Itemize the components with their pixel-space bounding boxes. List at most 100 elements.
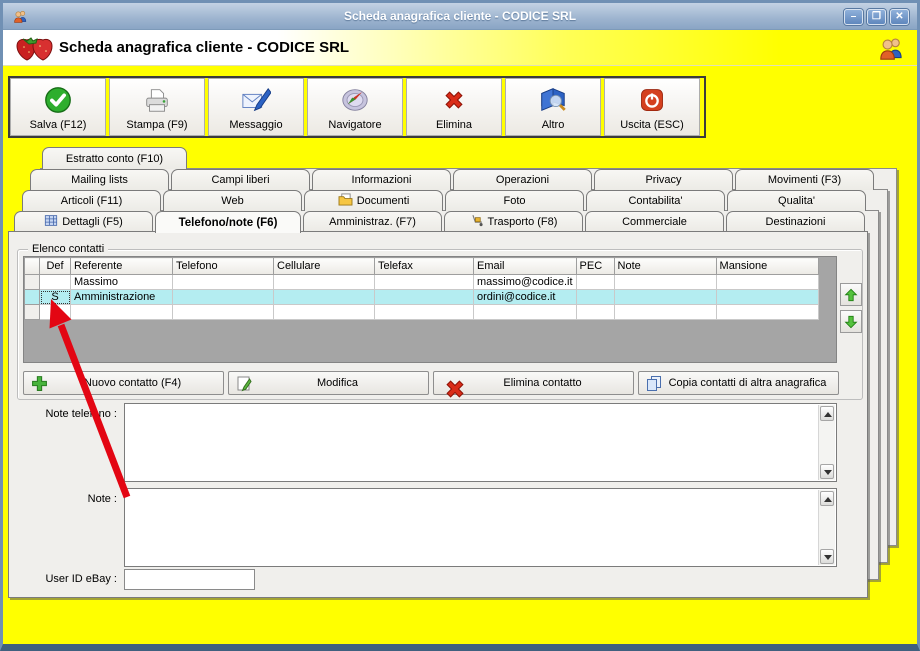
toolbar-button-messaggio[interactable]: Messaggio: [208, 78, 304, 136]
tab-articoli-f11-[interactable]: Articoli (F11): [22, 190, 161, 211]
ebay-label: User ID eBay :: [45, 573, 117, 585]
tab-documenti[interactable]: Documenti: [304, 190, 443, 211]
column-header-mansione[interactable]: Mansione: [715, 257, 819, 275]
column-header-telefax[interactable]: Telefax: [374, 257, 474, 275]
close-button[interactable]: ✕: [890, 9, 909, 25]
contact-row-2[interactable]: S Amministrazione ordini@codice.it: [24, 289, 819, 305]
cell-telefono[interactable]: [172, 274, 274, 290]
tab-telefono-note-f6-[interactable]: Telefono/note (F6): [155, 211, 301, 233]
toolbar-button-stampa-f9-[interactable]: Stampa (F9): [109, 78, 205, 136]
column-header-pec[interactable]: PEC: [575, 257, 615, 275]
plus-icon: [31, 375, 48, 395]
scroll-up-button[interactable]: [820, 491, 834, 506]
cell-referente[interactable]: Amministrazione: [70, 289, 173, 305]
cell-telefax[interactable]: [374, 289, 474, 305]
cell-telefax[interactable]: [374, 274, 474, 290]
tab-campi-liberi[interactable]: Campi liberi: [171, 169, 310, 190]
column-header-def[interactable]: Def: [39, 257, 71, 275]
toolbar-button-label: Salva (F12): [29, 119, 87, 131]
toolbar-button-salva-f12-[interactable]: Salva (F12): [10, 78, 106, 136]
note-telefono-input[interactable]: [124, 403, 837, 482]
maximize-button[interactable]: ❐: [867, 9, 886, 25]
cell-def[interactable]: [39, 274, 71, 290]
cell-cellulare[interactable]: [273, 274, 375, 290]
column-header-note[interactable]: Note: [613, 257, 717, 275]
cell-def[interactable]: [39, 304, 71, 320]
ebay-user-id-input[interactable]: [124, 569, 255, 590]
tab-destinazioni[interactable]: Destinazioni: [726, 211, 865, 231]
tab-contabilita-[interactable]: Contabilita': [586, 190, 725, 211]
cell-def[interactable]: S: [39, 289, 71, 305]
table-icon: [44, 214, 58, 230]
contact-row-3[interactable]: [24, 304, 819, 320]
cell-referente[interactable]: [70, 304, 173, 320]
tab-mailing-lists[interactable]: Mailing lists: [30, 169, 169, 190]
contact-row-1[interactable]: Massimo massimo@codice.it: [24, 274, 819, 290]
cell-pec[interactable]: [575, 289, 615, 305]
scroll-down-button[interactable]: [820, 549, 834, 564]
move-contact-up-button[interactable]: [840, 283, 862, 306]
contacts-grid[interactable]: Def Referente Telefono Cellulare Telefax Emai…: [23, 256, 837, 363]
scroll-down-button[interactable]: [820, 464, 834, 479]
note-scrollbar[interactable]: [818, 490, 835, 565]
cell-cellulare[interactable]: [273, 304, 375, 320]
tab-dettagli-f5-[interactable]: Dettagli (F5): [14, 211, 153, 231]
move-contact-down-button[interactable]: [840, 310, 862, 333]
nuovo-contatto-f4--button[interactable]: Nuovo contatto (F4): [23, 371, 224, 395]
minimize-button[interactable]: –: [844, 9, 863, 25]
column-header-email[interactable]: Email: [473, 257, 577, 275]
row-selector-header: [24, 257, 40, 275]
tab-privacy[interactable]: Privacy: [594, 169, 733, 190]
tab-label: Campi liberi: [211, 174, 270, 186]
row-selector[interactable]: [24, 289, 40, 305]
tab-movimenti-f3-[interactable]: Movimenti (F3): [735, 169, 874, 190]
cell-referente[interactable]: Massimo: [70, 274, 173, 290]
tab-foto[interactable]: Foto: [445, 190, 584, 211]
tab-label: Informazioni: [351, 174, 412, 186]
note-input[interactable]: [124, 488, 837, 567]
copia-contatti-di-altra-anagrafica-button[interactable]: Copia contatti di altra anagrafica: [638, 371, 839, 395]
cell-mansione[interactable]: [715, 274, 819, 290]
cell-pec[interactable]: [575, 274, 615, 290]
tab-qualita-[interactable]: Qualita': [727, 190, 866, 211]
cell-email[interactable]: ordini@codice.it: [473, 289, 577, 305]
toolbar-button-elimina[interactable]: Elimina: [406, 78, 502, 136]
cell-note[interactable]: [613, 274, 717, 290]
column-header-referente[interactable]: Referente: [70, 257, 173, 275]
elimina-contatto-button[interactable]: Elimina contatto: [433, 371, 634, 398]
cell-email[interactable]: massimo@codice.it: [473, 274, 577, 290]
tab-operazioni[interactable]: Operazioni: [453, 169, 592, 190]
modifica-button[interactable]: Modifica: [228, 371, 429, 395]
cell-telefono[interactable]: [172, 304, 274, 320]
tab-label: Dettagli (F5): [62, 215, 123, 228]
tab-commerciale[interactable]: Commerciale: [585, 211, 724, 231]
cell-pec[interactable]: [575, 304, 615, 320]
row-selector[interactable]: [24, 304, 40, 320]
cell-mansione[interactable]: [715, 289, 819, 305]
cell-note[interactable]: [613, 304, 717, 320]
cell-cellulare[interactable]: [273, 289, 375, 305]
cell-note[interactable]: [613, 289, 717, 305]
titlebar[interactable]: Scheda anagrafica cliente - CODICE SRL –…: [3, 3, 917, 30]
row-selector[interactable]: [24, 274, 40, 290]
toolbar-button-label: Messaggio: [229, 119, 283, 131]
scroll-up-button[interactable]: [820, 406, 834, 421]
folder-icon: [338, 193, 353, 209]
note-telefono-scrollbar[interactable]: [818, 405, 835, 480]
tab-trasporto-f8-[interactable]: Trasporto (F8): [444, 211, 583, 231]
toolbar-button-navigatore[interactable]: Navigatore: [307, 78, 403, 136]
tab-web[interactable]: Web: [163, 190, 302, 211]
column-header-telefono[interactable]: Telefono: [172, 257, 274, 275]
toolbar-button-uscita-esc-[interactable]: Uscita (ESC): [604, 78, 700, 136]
cell-email[interactable]: [473, 304, 577, 320]
tab-label: Qualita': [778, 195, 815, 207]
tab-amministraz-f7-[interactable]: Amministraz. (F7): [303, 211, 442, 231]
tab-estratto-conto-f10-[interactable]: Estratto conto (F10): [42, 147, 187, 169]
cell-telefono[interactable]: [172, 289, 274, 305]
toolbar-button-altro[interactable]: Altro: [505, 78, 601, 136]
cell-mansione[interactable]: [715, 304, 819, 320]
power-icon: [638, 83, 666, 117]
column-header-cellulare[interactable]: Cellulare: [273, 257, 375, 275]
tab-informazioni[interactable]: Informazioni: [312, 169, 451, 190]
cell-telefax[interactable]: [374, 304, 474, 320]
